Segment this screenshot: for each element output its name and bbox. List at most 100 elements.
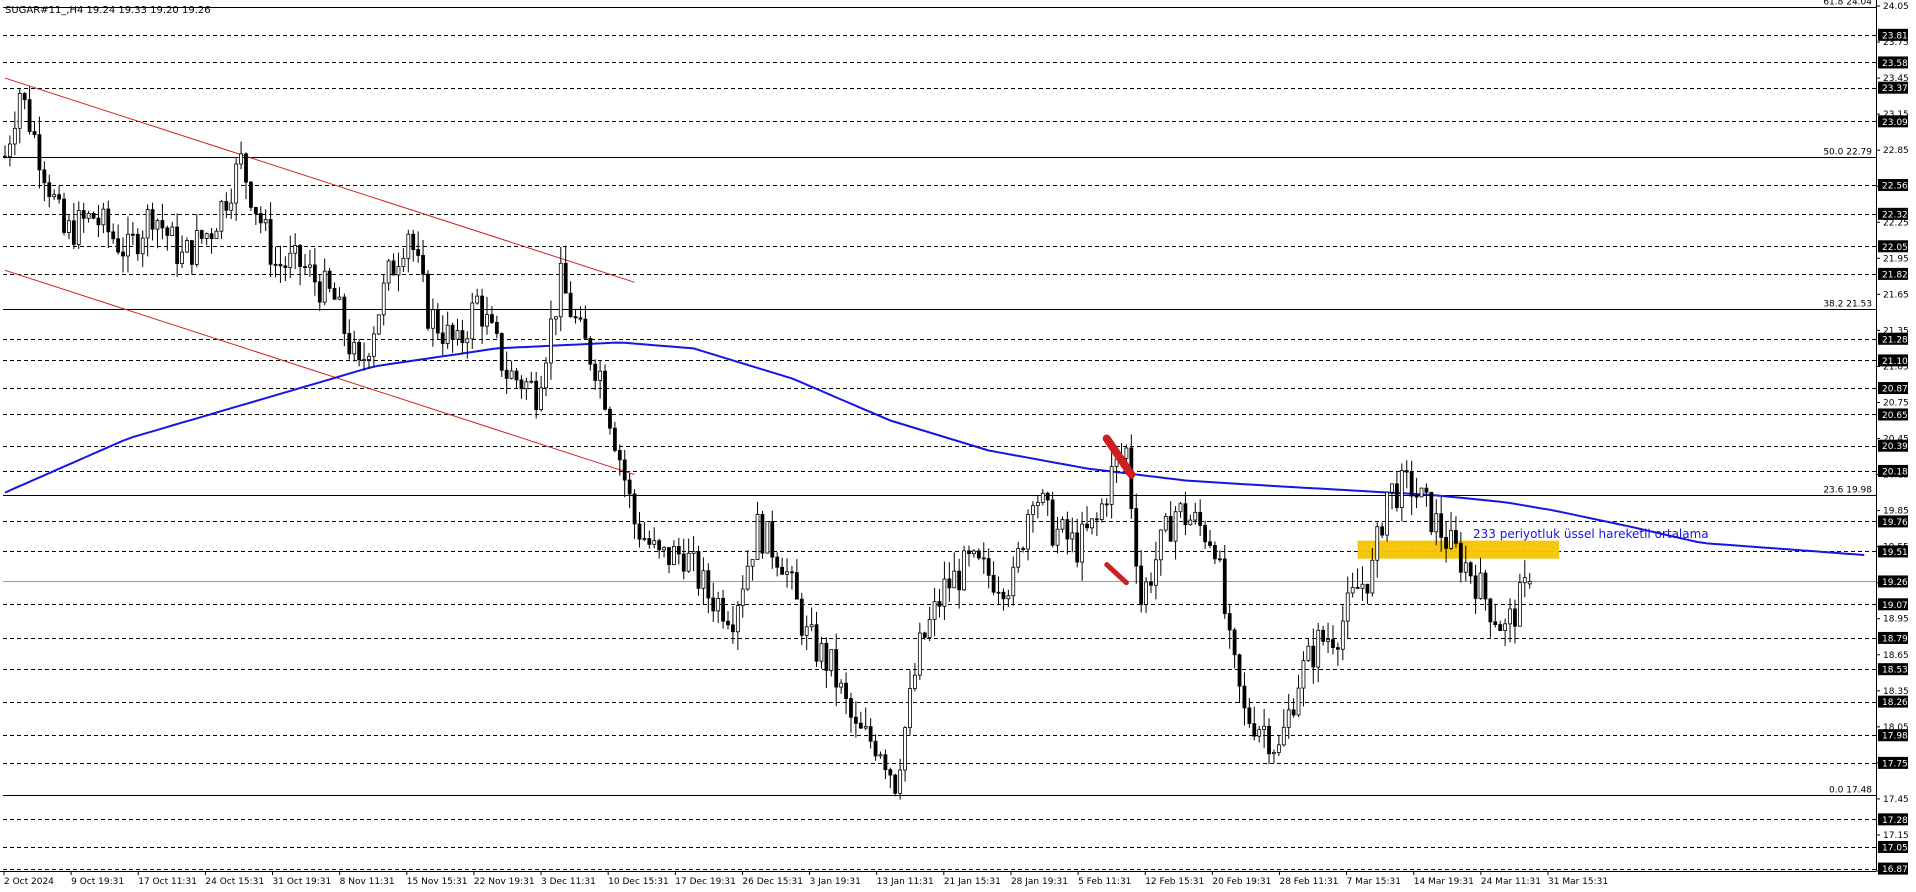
candle-body — [1050, 499, 1055, 546]
candle-body — [1085, 523, 1089, 529]
candle-body — [332, 287, 337, 300]
candle-body — [972, 550, 976, 555]
candle-body — [376, 314, 381, 335]
x-tick-label: 17 Oct 11:31 — [138, 877, 197, 887]
candle-body — [1257, 729, 1262, 737]
candle-body — [1395, 483, 1399, 508]
candle-body — [1006, 595, 1011, 600]
candle-body — [130, 233, 135, 236]
candle-body — [485, 314, 489, 327]
candle-body — [1311, 645, 1316, 668]
candle-body — [957, 570, 962, 591]
candle-body — [873, 740, 878, 757]
price-box-label: 19.51 — [1882, 548, 1908, 558]
candle-body — [888, 769, 893, 776]
candle-body — [790, 571, 794, 574]
candle-body — [726, 620, 730, 626]
candle-body — [303, 266, 307, 268]
x-tick-label: 31 Oct 19:31 — [273, 877, 332, 887]
candle-body — [942, 578, 947, 607]
candle-body — [499, 333, 504, 371]
candle-body — [681, 553, 686, 572]
candle-body — [175, 226, 180, 264]
candle-body — [111, 231, 116, 240]
candle-body — [1478, 572, 1483, 599]
candle-body — [1331, 639, 1335, 648]
candle-body — [278, 263, 283, 267]
candle-body — [160, 220, 165, 229]
candle-body — [347, 333, 352, 355]
candle-body — [883, 754, 888, 771]
candle-body — [1527, 581, 1532, 585]
candle-body — [583, 318, 588, 339]
price-box-label: 18.53 — [1882, 666, 1908, 676]
x-tick-label: 10 Dec 15:31 — [608, 877, 669, 887]
candle-body — [765, 521, 770, 554]
candle-body — [804, 626, 809, 636]
candle-body — [1178, 503, 1183, 513]
candle-body — [976, 550, 981, 559]
candle-body — [1291, 709, 1296, 716]
candle-body — [1168, 515, 1173, 542]
candle-body — [396, 266, 401, 276]
candle-body — [199, 230, 204, 239]
y-tick-label: 18.35 — [1883, 687, 1909, 697]
candle-body — [519, 379, 524, 390]
candle-body — [308, 264, 312, 268]
candle-body — [1203, 525, 1207, 543]
ema-annotation-label: 233 periyotluk üssel hareketli ortalama — [1473, 527, 1709, 541]
price-box-label: 20.18 — [1882, 467, 1908, 477]
candle-body — [249, 181, 253, 208]
candle-body — [721, 598, 725, 622]
candle-body — [1340, 620, 1345, 650]
x-tick-label: 7 Mar 15:31 — [1347, 877, 1401, 887]
candle-body — [1286, 709, 1291, 728]
candle-body — [367, 355, 371, 360]
candle-body — [612, 427, 617, 451]
price-box-label: 23.09 — [1882, 118, 1908, 128]
candle-body — [701, 570, 706, 589]
candle-body — [1070, 532, 1075, 540]
candle-body — [337, 296, 342, 300]
price-chart: 61.8 24.04 50.0 22.79 38.2 21.53 23.6 19.98… — [0, 0, 1916, 888]
candle-body — [1242, 685, 1247, 709]
candle-body — [126, 233, 130, 257]
candle-body — [603, 370, 607, 410]
candle-body — [686, 552, 691, 572]
candle-body — [878, 754, 883, 757]
candle-body — [853, 716, 858, 724]
candle-body — [455, 330, 460, 340]
price-box-label: 19.26 — [1882, 578, 1908, 588]
candle-body — [691, 551, 696, 554]
candle-body — [1217, 558, 1222, 561]
candle-body — [849, 698, 853, 718]
candle-body — [219, 201, 224, 232]
candle-body — [657, 540, 662, 551]
candle-body — [1473, 575, 1478, 599]
candle-body — [1213, 545, 1217, 560]
candle-body — [731, 624, 735, 633]
candle-body — [411, 233, 416, 250]
x-tick-label: 9 Oct 19:31 — [71, 877, 124, 887]
price-box-label: 17.05 — [1882, 843, 1908, 853]
candle-body — [996, 591, 1001, 594]
candle-body — [1517, 582, 1522, 627]
candle-body — [1016, 548, 1021, 568]
candle-body — [401, 257, 406, 268]
candle-body — [27, 99, 32, 132]
price-box-label: 18.79 — [1882, 634, 1908, 644]
candle-body — [1139, 565, 1144, 605]
candle-body — [42, 169, 47, 184]
candle-body — [1458, 542, 1463, 573]
candle-body — [1390, 483, 1394, 493]
candle-body — [711, 597, 716, 612]
candle-body — [814, 624, 819, 662]
candle-body — [667, 547, 671, 565]
candle-body — [1011, 566, 1016, 597]
candle-body — [445, 324, 450, 344]
candle-body — [22, 93, 27, 101]
candle-body — [1252, 723, 1257, 737]
candle-body — [622, 459, 627, 481]
x-tick-label: 17 Dec 19:31 — [675, 877, 736, 887]
candle-body — [1439, 513, 1444, 538]
